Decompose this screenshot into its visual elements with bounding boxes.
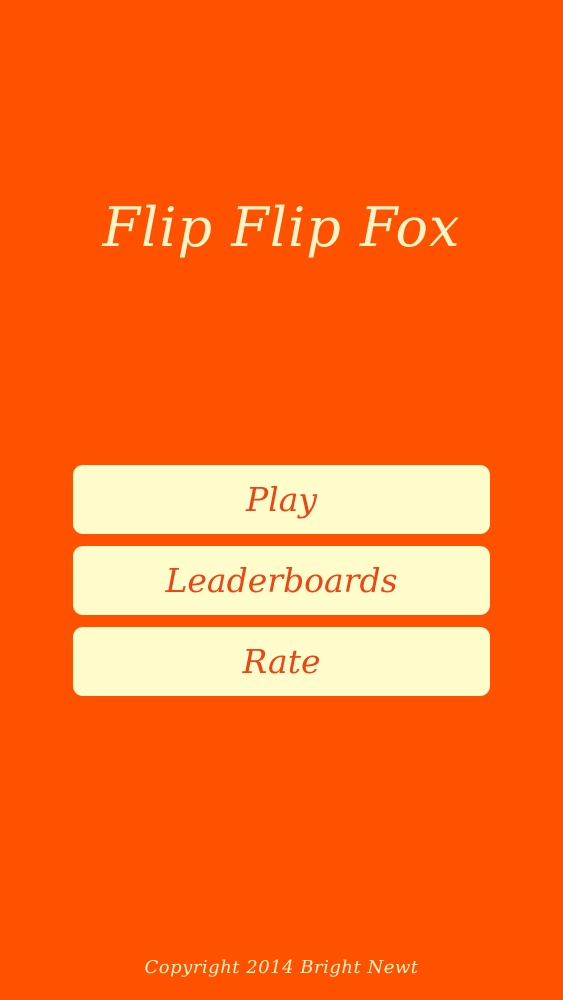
game-title: Flip Flip Fox	[102, 196, 461, 259]
main-menu-screen: Flip Flip Fox Play Leaderboards Rate Cop…	[0, 0, 563, 1000]
leaderboards-button[interactable]: Leaderboards	[73, 546, 490, 615]
rate-button[interactable]: Rate	[73, 627, 490, 696]
copyright-text: Copyright 2014 Bright Newt	[144, 957, 419, 978]
play-button[interactable]: Play	[73, 465, 490, 534]
main-menu: Play Leaderboards Rate	[73, 465, 490, 708]
